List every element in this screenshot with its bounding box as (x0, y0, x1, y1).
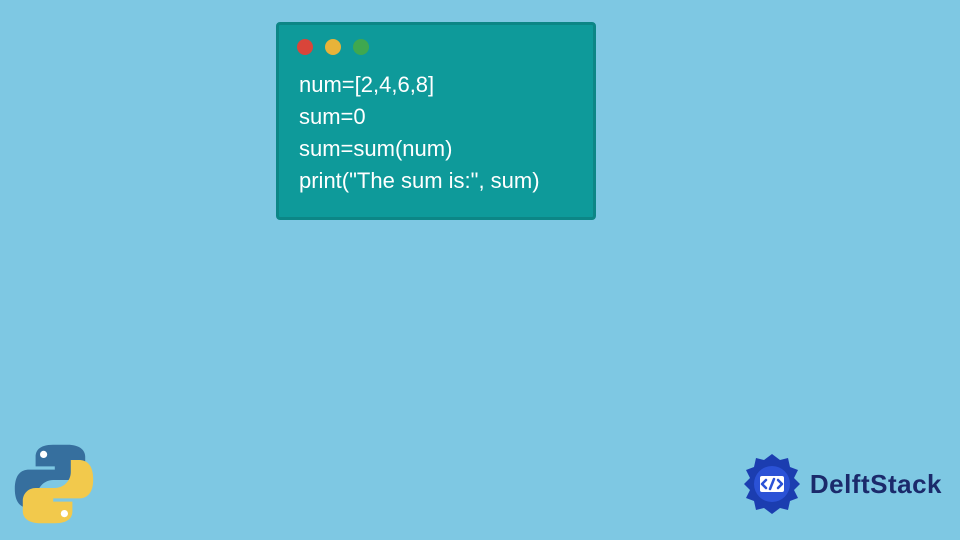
code-line: sum=sum(num) (299, 136, 452, 161)
code-line: print("The sum is:", sum) (299, 168, 540, 193)
window-traffic-lights (279, 25, 593, 65)
delftstack-name: DelftStack (810, 469, 942, 500)
delftstack-branding: DelftStack (740, 452, 942, 516)
maximize-icon (353, 39, 369, 55)
delftstack-logo-icon (740, 452, 804, 516)
code-line: sum=0 (299, 104, 366, 129)
close-icon (297, 39, 313, 55)
python-logo-icon (10, 440, 98, 528)
code-window: num=[2,4,6,8] sum=0 sum=sum(num) print("… (276, 22, 596, 220)
code-block: num=[2,4,6,8] sum=0 sum=sum(num) print("… (279, 65, 593, 201)
minimize-icon (325, 39, 341, 55)
code-line: num=[2,4,6,8] (299, 72, 434, 97)
